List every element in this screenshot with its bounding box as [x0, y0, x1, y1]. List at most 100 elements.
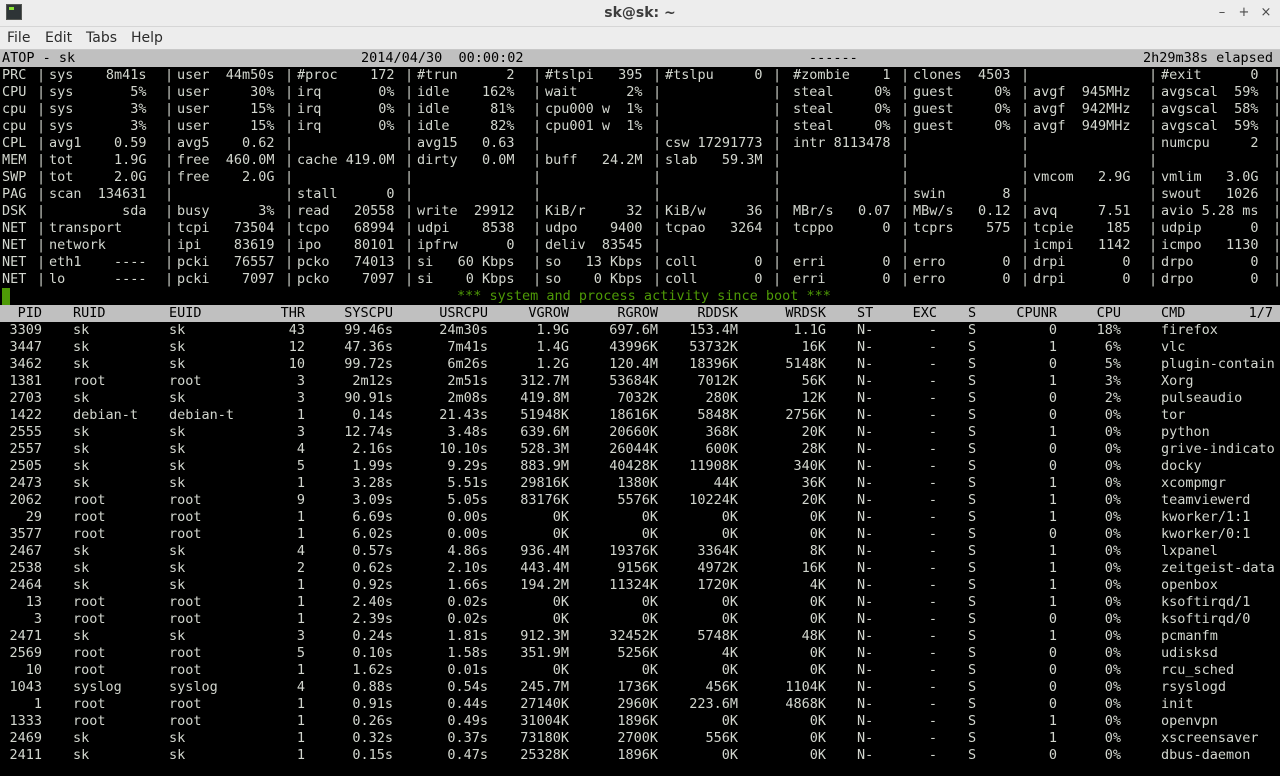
process-row: 2467 sk sk 4 0.57s 4.86s 936.4M 19376K 3364K 8K N-… — [0, 543, 1280, 560]
process-usrcpu: 0.01s — [447, 662, 488, 678]
process-rddsk: 5848K — [697, 407, 738, 423]
process-exc: - — [928, 713, 937, 729]
process-euid: sk — [169, 424, 186, 440]
column-divider: | — [285, 84, 294, 100]
system-line-field: buff 24.2M — [545, 152, 643, 168]
column-divider: | — [165, 135, 174, 151]
system-line-field: steal 0% — [793, 84, 891, 100]
process-pid: 2538 — [9, 560, 42, 576]
system-line-label: NET — [2, 271, 27, 287]
process-rgrow: 7032K — [617, 390, 658, 406]
process-cmd: teamviewerd — [1161, 492, 1251, 508]
column-header-vgrow: VGROW — [528, 305, 569, 321]
process-vgrow: 73180K — [520, 730, 569, 746]
process-wrdsk: 12K — [801, 390, 826, 406]
process-s: S — [968, 696, 977, 712]
process-rgrow: 1896K — [617, 747, 658, 763]
column-divider: | — [1021, 271, 1030, 287]
column-header-wrdsk: WRDSK — [785, 305, 826, 321]
process-syscpu: 0.92s — [352, 577, 393, 593]
process-cpu: 0% — [1104, 407, 1121, 423]
column-divider: | — [533, 254, 542, 270]
process-syscpu: 99.46s — [344, 322, 393, 338]
process-row: 2473 sk sk 1 3.28s 5.51s 29816K 1380K 44K 36K N- - S… — [0, 475, 1280, 492]
process-ruid: root — [73, 526, 106, 542]
terminal-cursor — [2, 288, 10, 305]
process-wrdsk: 16K — [801, 560, 826, 576]
process-rgrow: 0K — [641, 526, 658, 542]
process-wrdsk: 8K — [809, 543, 826, 559]
menu-tabs[interactable]: Tabs — [86, 27, 117, 49]
column-divider: | — [165, 118, 174, 134]
menu-help[interactable]: Help — [131, 27, 163, 49]
process-st: N- — [857, 509, 874, 525]
system-line-field: sys 3% — [49, 118, 147, 134]
maximize-icon[interactable]: + — [1234, 3, 1254, 23]
process-thr: 2 — [296, 560, 305, 576]
system-line-field: sda — [49, 203, 147, 219]
process-wrdsk: 28K — [801, 441, 826, 457]
process-exc: - — [928, 730, 937, 746]
process-exc: - — [928, 594, 937, 610]
process-thr: 5 — [296, 645, 305, 661]
process-s: S — [968, 560, 977, 576]
process-row: 2557 sk sk 4 2.16s 10.10s 528.3M 26044K 600K 28K N… — [0, 441, 1280, 458]
process-s: S — [968, 645, 977, 661]
process-wrdsk: 0K — [809, 713, 826, 729]
system-line-field: avg15 0.63 — [417, 135, 515, 151]
process-rddsk: 223.6M — [689, 696, 738, 712]
system-line-field: pcko 74013 — [297, 254, 395, 270]
system-line-field: pcko 7097 — [297, 271, 395, 287]
process-s: S — [968, 458, 977, 474]
menu-file[interactable]: File — [7, 27, 30, 49]
system-line-field: transport — [49, 220, 123, 236]
column-divider: | — [653, 254, 662, 270]
process-rgrow: 53684K — [609, 373, 658, 389]
activity-banner: *** system and process activity since bo… — [457, 288, 831, 304]
column-divider: | — [653, 84, 662, 100]
process-euid: sk — [169, 747, 186, 763]
process-st: N- — [857, 322, 874, 338]
process-euid: sk — [169, 441, 186, 457]
process-cpunr: 0 — [1048, 322, 1057, 338]
system-line-field: steal 0% — [793, 101, 891, 117]
system-line-field: irq 0% — [297, 101, 395, 117]
system-line-field: free 460.0M — [177, 152, 275, 168]
process-table-header: PID RUID EUID THR SYSCPU USRCPU VGROW RGROW RDDS… — [0, 305, 1280, 322]
column-divider: | — [1149, 101, 1158, 117]
minimize-icon[interactable]: – — [1212, 3, 1232, 23]
process-s: S — [968, 628, 977, 644]
process-cpu: 0% — [1104, 560, 1121, 576]
process-pid: 2569 — [9, 645, 42, 661]
system-line-field: tot 1.9G — [49, 152, 147, 168]
process-vgrow: 936.4M — [520, 543, 569, 559]
system-line-field: avgf 945MHz — [1033, 84, 1131, 100]
process-syscpu: 6.02s — [352, 526, 393, 542]
process-euid: sk — [169, 322, 186, 338]
process-euid: root — [169, 594, 202, 610]
process-st: N- — [857, 543, 874, 559]
column-divider: | — [1149, 203, 1158, 219]
column-divider: | — [901, 169, 910, 185]
system-line-field: vmcom 2.9G — [1033, 169, 1131, 185]
process-row: 2505 sk sk 5 1.99s 9.29s 883.9M 40428K 11908K 340… — [0, 458, 1280, 475]
process-cpu: 0% — [1104, 730, 1121, 746]
process-row: 1043 syslog syslog 4 0.88s 0.54s 245.7M 1736K 45… — [0, 679, 1280, 696]
process-st: N- — [857, 390, 874, 406]
process-cpu: 0% — [1104, 747, 1121, 763]
column-divider: | — [165, 169, 174, 185]
process-thr: 4 — [296, 679, 305, 695]
process-wrdsk: 0K — [809, 747, 826, 763]
system-line-field — [793, 169, 901, 186]
column-divider: | — [773, 220, 782, 236]
column-divider: | — [1021, 169, 1030, 185]
system-line-field: vmlim 3.0G — [1161, 169, 1259, 185]
terminal-area[interactable]: ATOP - sk 2014/04/30 00:00:02 ------ 2h2… — [0, 50, 1280, 776]
title-bar[interactable]: sk@sk: ~ – + × — [0, 0, 1280, 27]
close-icon[interactable]: × — [1256, 3, 1276, 23]
process-euid: sk — [169, 560, 186, 576]
process-cpu: 0% — [1104, 492, 1121, 508]
system-line-field: avg5 0.62 — [177, 135, 275, 151]
process-syscpu: 1.62s — [352, 662, 393, 678]
menu-edit[interactable]: Edit — [45, 27, 72, 49]
